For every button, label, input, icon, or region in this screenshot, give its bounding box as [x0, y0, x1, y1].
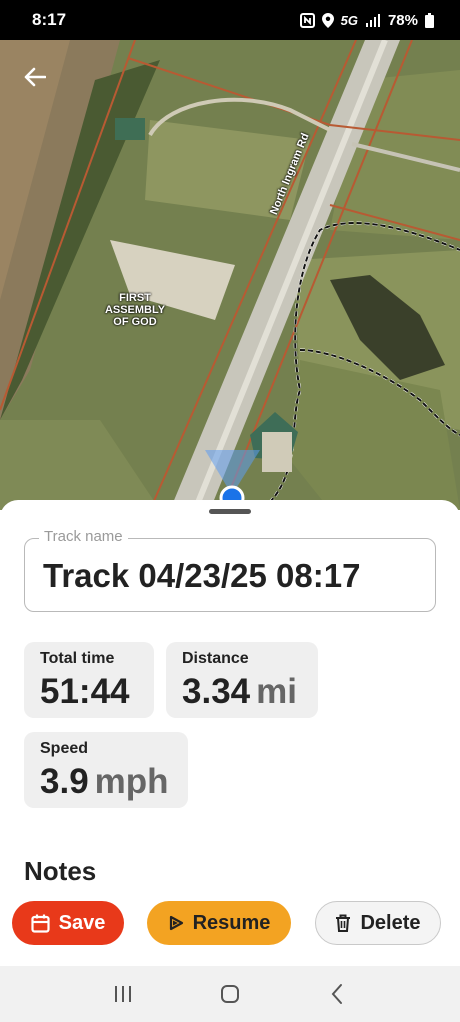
place-label: FIRST ASSEMBLY OF GOD	[104, 292, 166, 328]
sheet-drag-handle[interactable]	[209, 509, 251, 514]
notes-heading: Notes	[24, 856, 97, 886]
status-icons: 5G 78%	[299, 11, 434, 29]
delete-label: Delete	[360, 911, 421, 934]
home-icon	[220, 985, 239, 1003]
play-icon	[169, 915, 183, 931]
battery-percent: 78%	[387, 11, 418, 29]
track-name-field[interactable]: Track name Track 04/23/25 08:17	[24, 528, 436, 612]
recent-apps-icon	[115, 986, 132, 1002]
status-bar: 8:17 5G 78%	[0, 0, 460, 40]
track-name-value[interactable]: Track 04/23/25 08:17	[43, 557, 360, 595]
system-back-button[interactable]	[317, 974, 357, 1014]
back-chevron-icon	[331, 984, 342, 1004]
resume-label: Resume	[192, 911, 271, 934]
status-time: 8:17	[32, 10, 67, 29]
distance-label: Distance	[182, 650, 249, 667]
recent-apps-button[interactable]	[103, 974, 143, 1014]
bottom-sheet: Track name Track 04/23/25 08:17 Total ti…	[0, 500, 460, 966]
system-nav-bar	[0, 966, 460, 1022]
speed-value: 3.9 mph	[40, 762, 169, 801]
save-button[interactable]: Save	[12, 901, 124, 945]
trash-icon	[336, 914, 351, 932]
network-label: 5G	[340, 12, 358, 28]
back-arrow-icon	[24, 67, 46, 87]
total-time-card: Total time 51:44	[24, 642, 154, 718]
signal-icon	[365, 13, 380, 27]
speed-label: Speed	[40, 740, 89, 757]
calendar-save-icon	[31, 914, 50, 933]
map-view[interactable]: North Ingram Rd FIRST ASSEMBLY OF GOD	[0, 40, 460, 510]
distance-value: 3.34 mi	[182, 672, 297, 711]
delete-button[interactable]: Delete	[315, 901, 441, 945]
back-button[interactable]	[18, 60, 52, 94]
total-time-label: Total time	[40, 650, 115, 667]
nfc-icon	[299, 12, 315, 28]
battery-icon	[425, 12, 434, 28]
speed-unit: mph	[94, 762, 169, 801]
save-label: Save	[58, 911, 106, 934]
location-icon	[321, 12, 334, 28]
resume-button[interactable]: Resume	[147, 901, 291, 945]
distance-unit: mi	[256, 672, 297, 711]
total-time-value: 51:44	[40, 672, 130, 711]
home-button[interactable]	[210, 974, 250, 1014]
speed-card: Speed 3.9 mph	[24, 732, 188, 808]
track-name-label: Track name	[39, 528, 128, 545]
distance-card: Distance 3.34 mi	[166, 642, 318, 718]
satellite-map-image	[0, 40, 460, 510]
